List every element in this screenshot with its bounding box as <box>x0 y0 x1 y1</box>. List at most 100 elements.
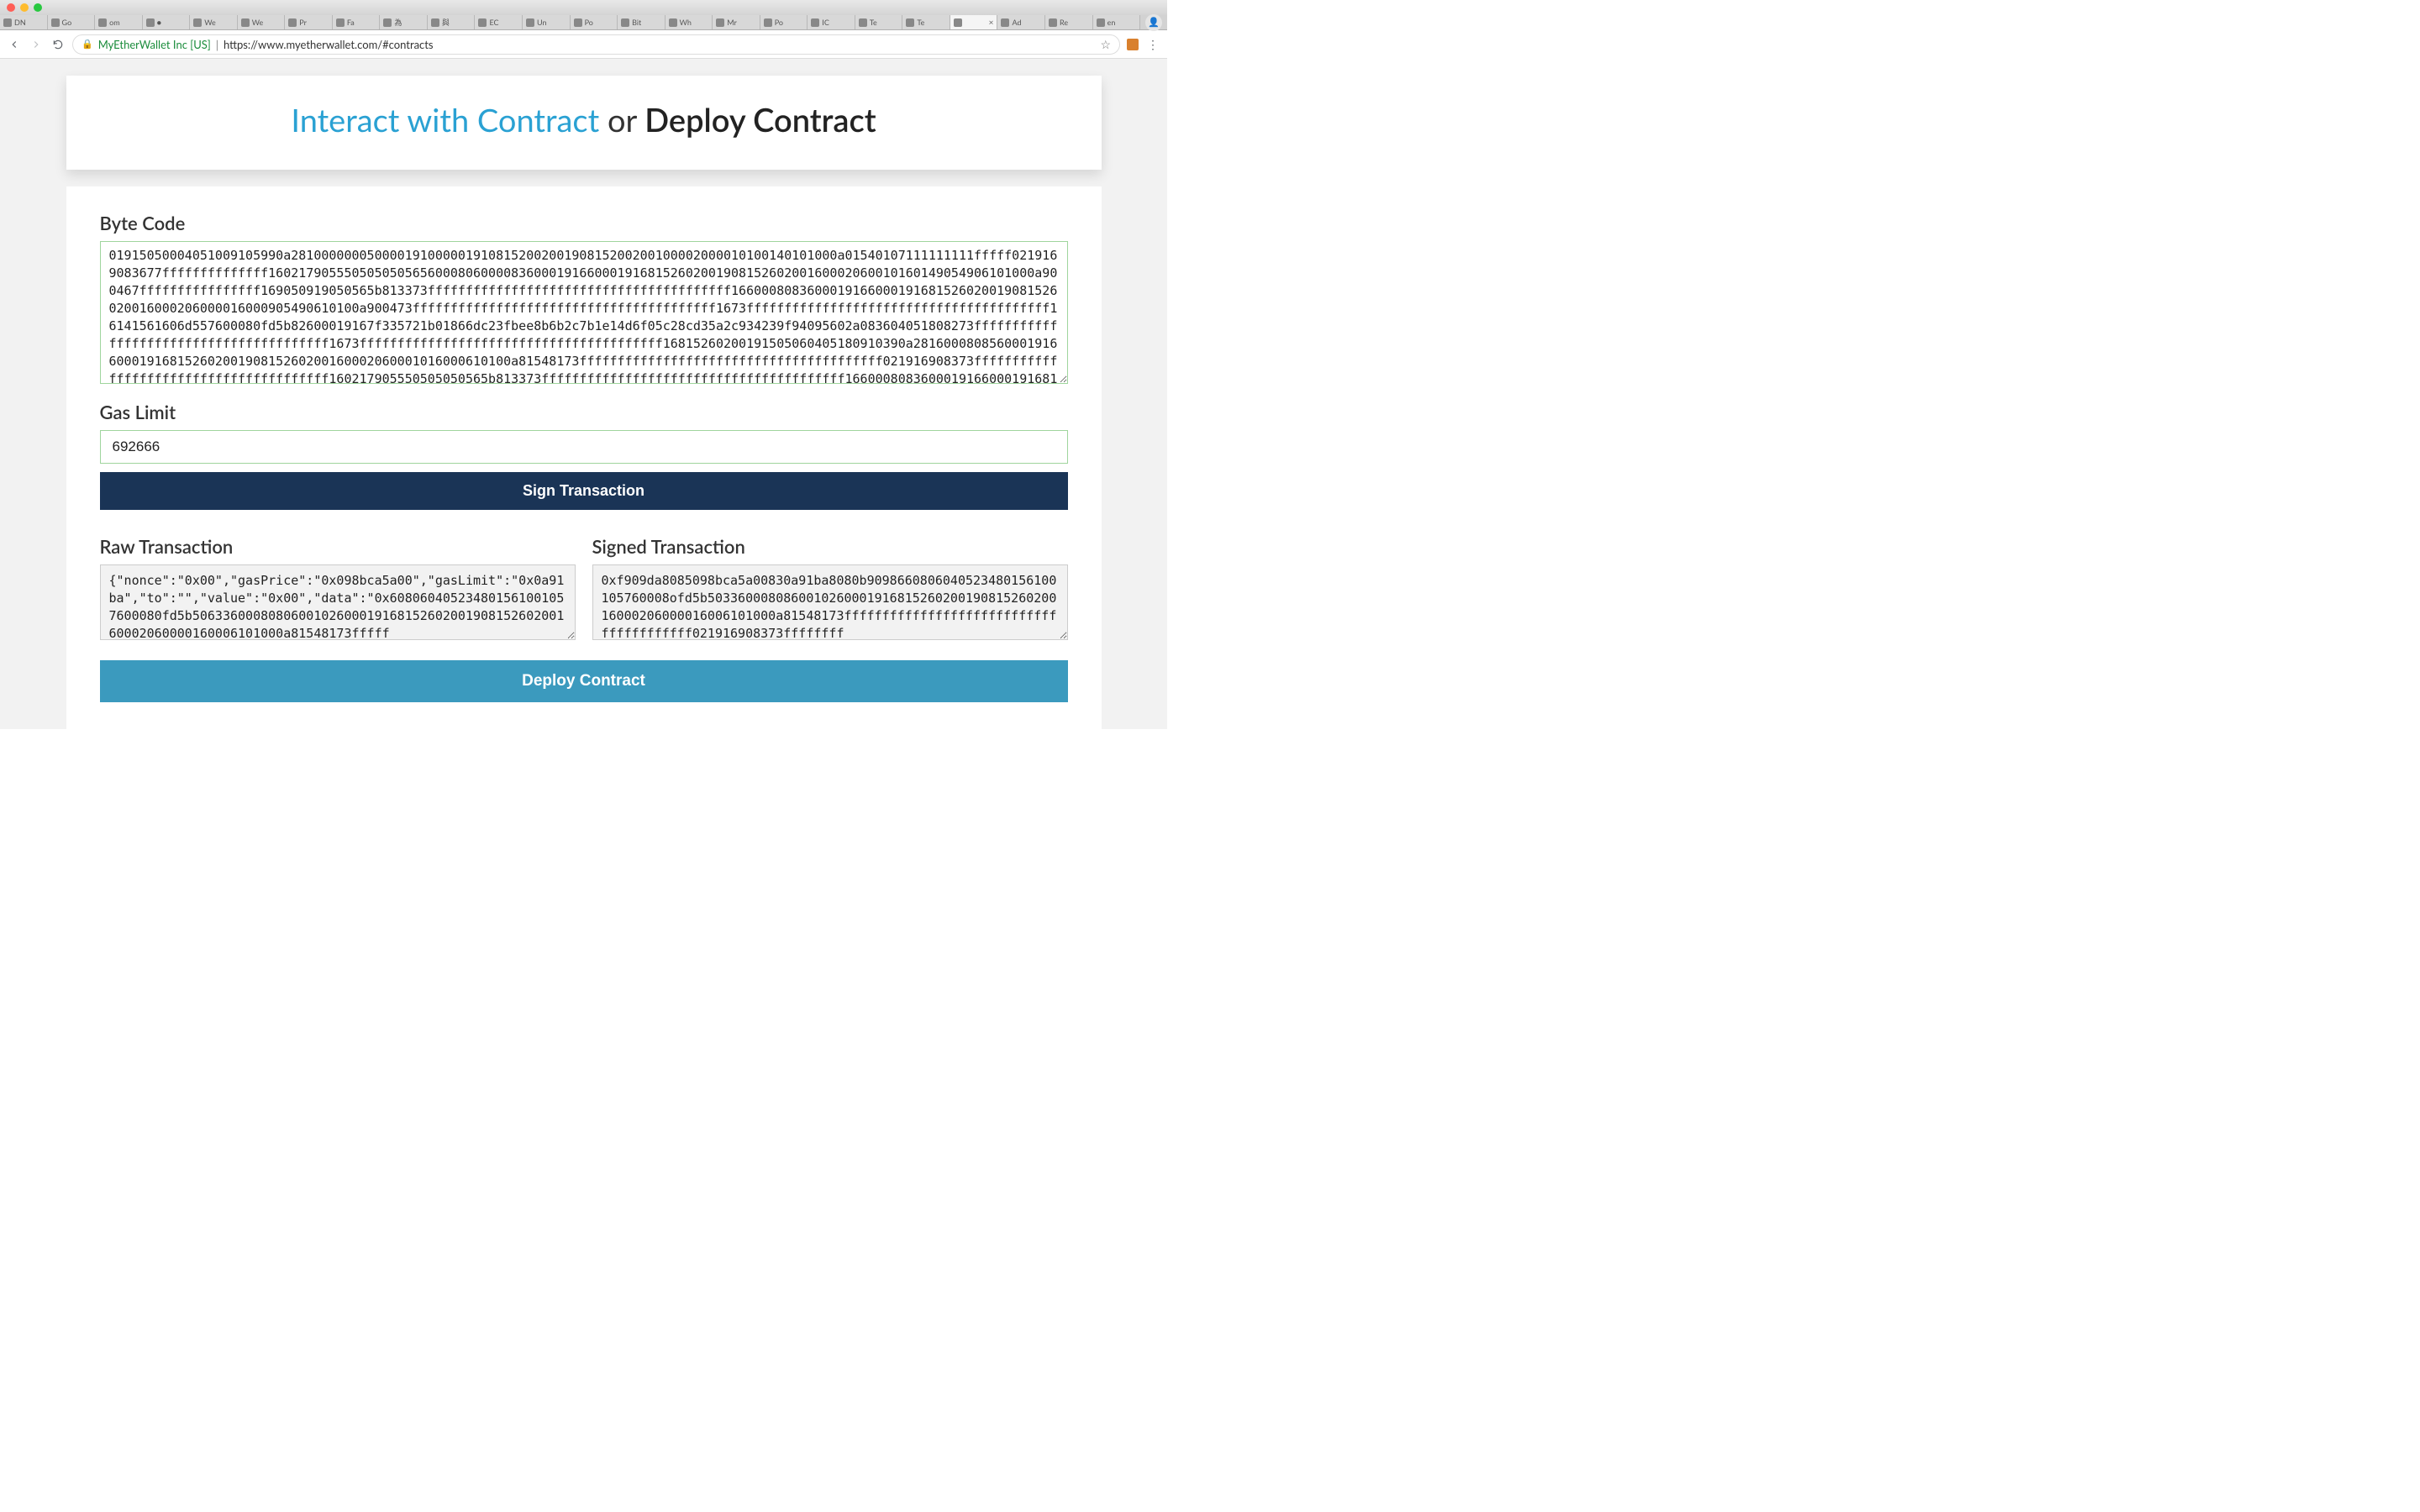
browser-tab[interactable]: Fa <box>333 15 381 29</box>
tab-label: Wh <box>680 18 692 27</box>
tab-label: Pr <box>299 18 307 27</box>
browser-tab[interactable]: Ad <box>997 15 1045 29</box>
tab-label: DN <box>14 18 26 27</box>
tab-label: ● <box>157 18 161 27</box>
browser-tab[interactable]: ● <box>143 15 191 29</box>
tab-label: Go <box>62 18 72 27</box>
browser-tab[interactable]: Go <box>48 15 96 29</box>
tab-favicon-icon <box>669 18 677 27</box>
tab-label: 為 <box>394 17 402 28</box>
or-text: or <box>608 101 637 139</box>
chrome-menu-icon[interactable]: ⋮ <box>1145 37 1160 52</box>
url-field[interactable]: 🔒 MyEtherWallet Inc [US] | https://www.m… <box>72 34 1120 55</box>
tab-favicon-icon <box>1001 18 1009 27</box>
browser-tab[interactable]: om <box>95 15 143 29</box>
tab-favicon-icon <box>146 18 155 27</box>
tab-favicon-icon <box>3 18 12 27</box>
tab-label: Po <box>775 18 783 27</box>
deploy-contract-button[interactable]: Deploy Contract <box>100 660 1068 702</box>
tab-favicon-icon <box>764 18 772 27</box>
tab-label: 與 <box>442 17 450 28</box>
profile-avatar-icon[interactable]: 👤 <box>1145 14 1162 31</box>
interact-tab-link[interactable]: Interact with Contract <box>291 101 599 139</box>
tab-label: Te <box>917 18 924 27</box>
gaslimit-input[interactable] <box>100 430 1068 464</box>
browser-tab[interactable]: We <box>238 15 286 29</box>
browser-tab[interactable]: Te <box>855 15 903 29</box>
rawtx-label: Raw Transaction <box>100 535 576 558</box>
browser-tab[interactable]: Pr <box>285 15 333 29</box>
browser-tab[interactable]: We <box>190 15 238 29</box>
bytecode-label: Byte Code <box>100 212 1068 234</box>
reload-button[interactable] <box>50 37 66 52</box>
browser-tab[interactable]: Po <box>760 15 808 29</box>
browser-tab[interactable]: Po <box>571 15 618 29</box>
tab-favicon-icon <box>954 18 962 27</box>
tab-favicon-icon <box>1049 18 1057 27</box>
tab-favicon-icon <box>478 18 487 27</box>
tab-label: Ad <box>1012 18 1021 27</box>
forward-button[interactable] <box>29 37 44 52</box>
tab-label: Te <box>870 18 877 27</box>
signedtx-textarea[interactable] <box>592 564 1068 640</box>
tab-label: en <box>1107 18 1116 27</box>
tab-label: Un <box>537 18 547 27</box>
tab-strip: DN Go om ● We We Pr Fa 為 與 EC Un Po Bit Wh Mr Po IC Te Te × A… <box>0 15 1167 30</box>
tab-favicon-icon <box>1097 18 1105 27</box>
tab-favicon-icon <box>431 18 439 27</box>
maximize-window-icon[interactable] <box>34 3 42 12</box>
signedtx-label: Signed Transaction <box>592 535 1068 558</box>
lock-icon: 🔒 <box>82 39 93 50</box>
browser-tab[interactable]: 與 <box>428 15 476 29</box>
tab-favicon-icon <box>526 18 534 27</box>
close-window-icon[interactable] <box>7 3 15 12</box>
browser-tab[interactable]: × <box>950 15 998 29</box>
tab-favicon-icon <box>193 18 202 27</box>
gaslimit-label: Gas Limit <box>100 401 1068 423</box>
tab-close-icon[interactable]: × <box>989 18 994 28</box>
tab-label: Po <box>585 18 593 27</box>
tab-favicon-icon <box>336 18 345 27</box>
page-title: Interact with Contract or Deploy Contrac… <box>66 101 1102 139</box>
tab-favicon-icon <box>98 18 107 27</box>
browser-tab[interactable]: en <box>1093 15 1141 29</box>
browser-tab[interactable]: EC <box>475 15 523 29</box>
browser-tab[interactable]: Bit <box>618 15 666 29</box>
tab-favicon-icon <box>716 18 724 27</box>
page-header-card: Interact with Contract or Deploy Contrac… <box>66 76 1102 170</box>
bookmark-star-icon[interactable]: ☆ <box>1100 37 1111 52</box>
browser-tab[interactable]: Te <box>902 15 950 29</box>
tab-label: We <box>204 18 216 27</box>
sign-transaction-button[interactable]: Sign Transaction <box>100 472 1068 510</box>
rawtx-textarea[interactable] <box>100 564 576 640</box>
browser-tab[interactable]: Re <box>1045 15 1093 29</box>
tab-favicon-icon <box>621 18 629 27</box>
tab-label: Re <box>1060 18 1068 27</box>
browser-tab[interactable]: Un <box>523 15 571 29</box>
back-button[interactable] <box>7 37 22 52</box>
tab-favicon-icon <box>288 18 297 27</box>
browser-tab[interactable]: Wh <box>666 15 713 29</box>
tab-favicon-icon <box>906 18 914 27</box>
extension-icon[interactable] <box>1127 39 1139 50</box>
mac-window-titlebar <box>0 0 1167 15</box>
address-bar: 🔒 MyEtherWallet Inc [US] | https://www.m… <box>0 30 1167 59</box>
tab-label: We <box>252 18 264 27</box>
tab-label: Mr <box>727 18 737 27</box>
tab-favicon-icon <box>241 18 250 27</box>
tab-label: EC <box>489 18 498 27</box>
browser-tab[interactable]: Mr <box>713 15 760 29</box>
tab-label: IC <box>822 18 829 27</box>
tab-label: om <box>109 18 120 27</box>
browser-tab[interactable]: 為 <box>380 15 428 29</box>
tab-favicon-icon <box>811 18 819 27</box>
url-text: https://www.myetherwallet.com/#contracts <box>224 38 434 51</box>
tab-label: Fa <box>347 18 355 27</box>
minimize-window-icon[interactable] <box>20 3 29 12</box>
browser-tab[interactable]: DN <box>0 15 48 29</box>
tab-favicon-icon <box>383 18 392 27</box>
bytecode-textarea[interactable] <box>100 241 1068 384</box>
deploy-tab-link[interactable]: Deploy Contract <box>644 101 876 139</box>
browser-tab[interactable]: IC <box>808 15 855 29</box>
tab-favicon-icon <box>859 18 867 27</box>
